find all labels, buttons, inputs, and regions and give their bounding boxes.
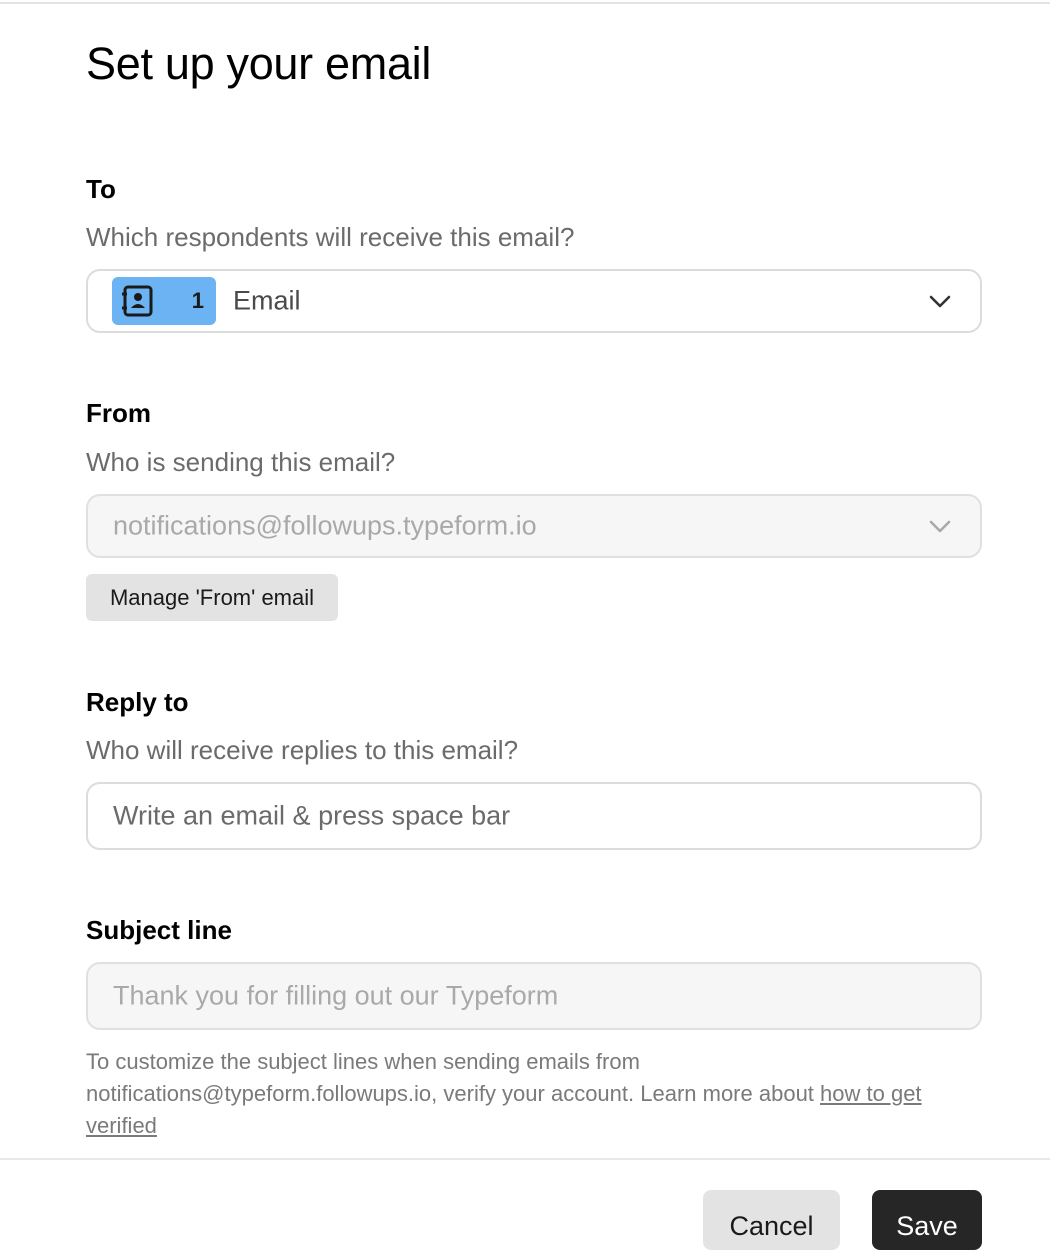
from-section-description: Who is sending this email? (86, 447, 396, 477)
footer-divider (0, 1158, 1050, 1160)
subject-section-title: Subject line (86, 915, 232, 945)
page-title: Set up your email (86, 38, 432, 89)
to-section-title: To (86, 174, 116, 204)
cancel-button[interactable]: Cancel (703, 1190, 840, 1250)
reply-to-placeholder: Write an email & press space bar (113, 800, 511, 831)
contact-card-icon (122, 285, 153, 317)
to-recipients-select[interactable]: 1 Email (86, 269, 982, 333)
subject-help-message: To customize the subject lines when send… (86, 1049, 821, 1106)
recipient-field-chip: 1 (112, 277, 216, 325)
reply-to-input[interactable]: Write an email & press space bar (86, 782, 982, 850)
recipient-field-number: 1 (191, 288, 204, 313)
reply-to-section-title: Reply to (86, 687, 189, 717)
save-button[interactable]: Save (872, 1190, 982, 1250)
to-section-description: Which respondents will receive this emai… (86, 222, 575, 252)
subject-help-text: To customize the subject lines when send… (86, 1046, 982, 1142)
from-section-title: From (86, 398, 151, 428)
subject-line-input: Thank you for filling out our Typeform (86, 962, 982, 1030)
chevron-down-icon (929, 295, 951, 308)
manage-from-email-button[interactable]: Manage 'From' email (86, 574, 338, 621)
to-selected-value: Email (233, 285, 301, 316)
subject-placeholder: Thank you for filling out our Typeform (113, 980, 559, 1011)
chevron-down-icon (929, 520, 951, 533)
reply-to-section-description: Who will receive replies to this email? (86, 735, 519, 765)
top-divider (0, 2, 1050, 4)
from-email-select: notifications@followups.typeform.io (86, 494, 982, 558)
from-selected-value: notifications@followups.typeform.io (113, 510, 537, 541)
